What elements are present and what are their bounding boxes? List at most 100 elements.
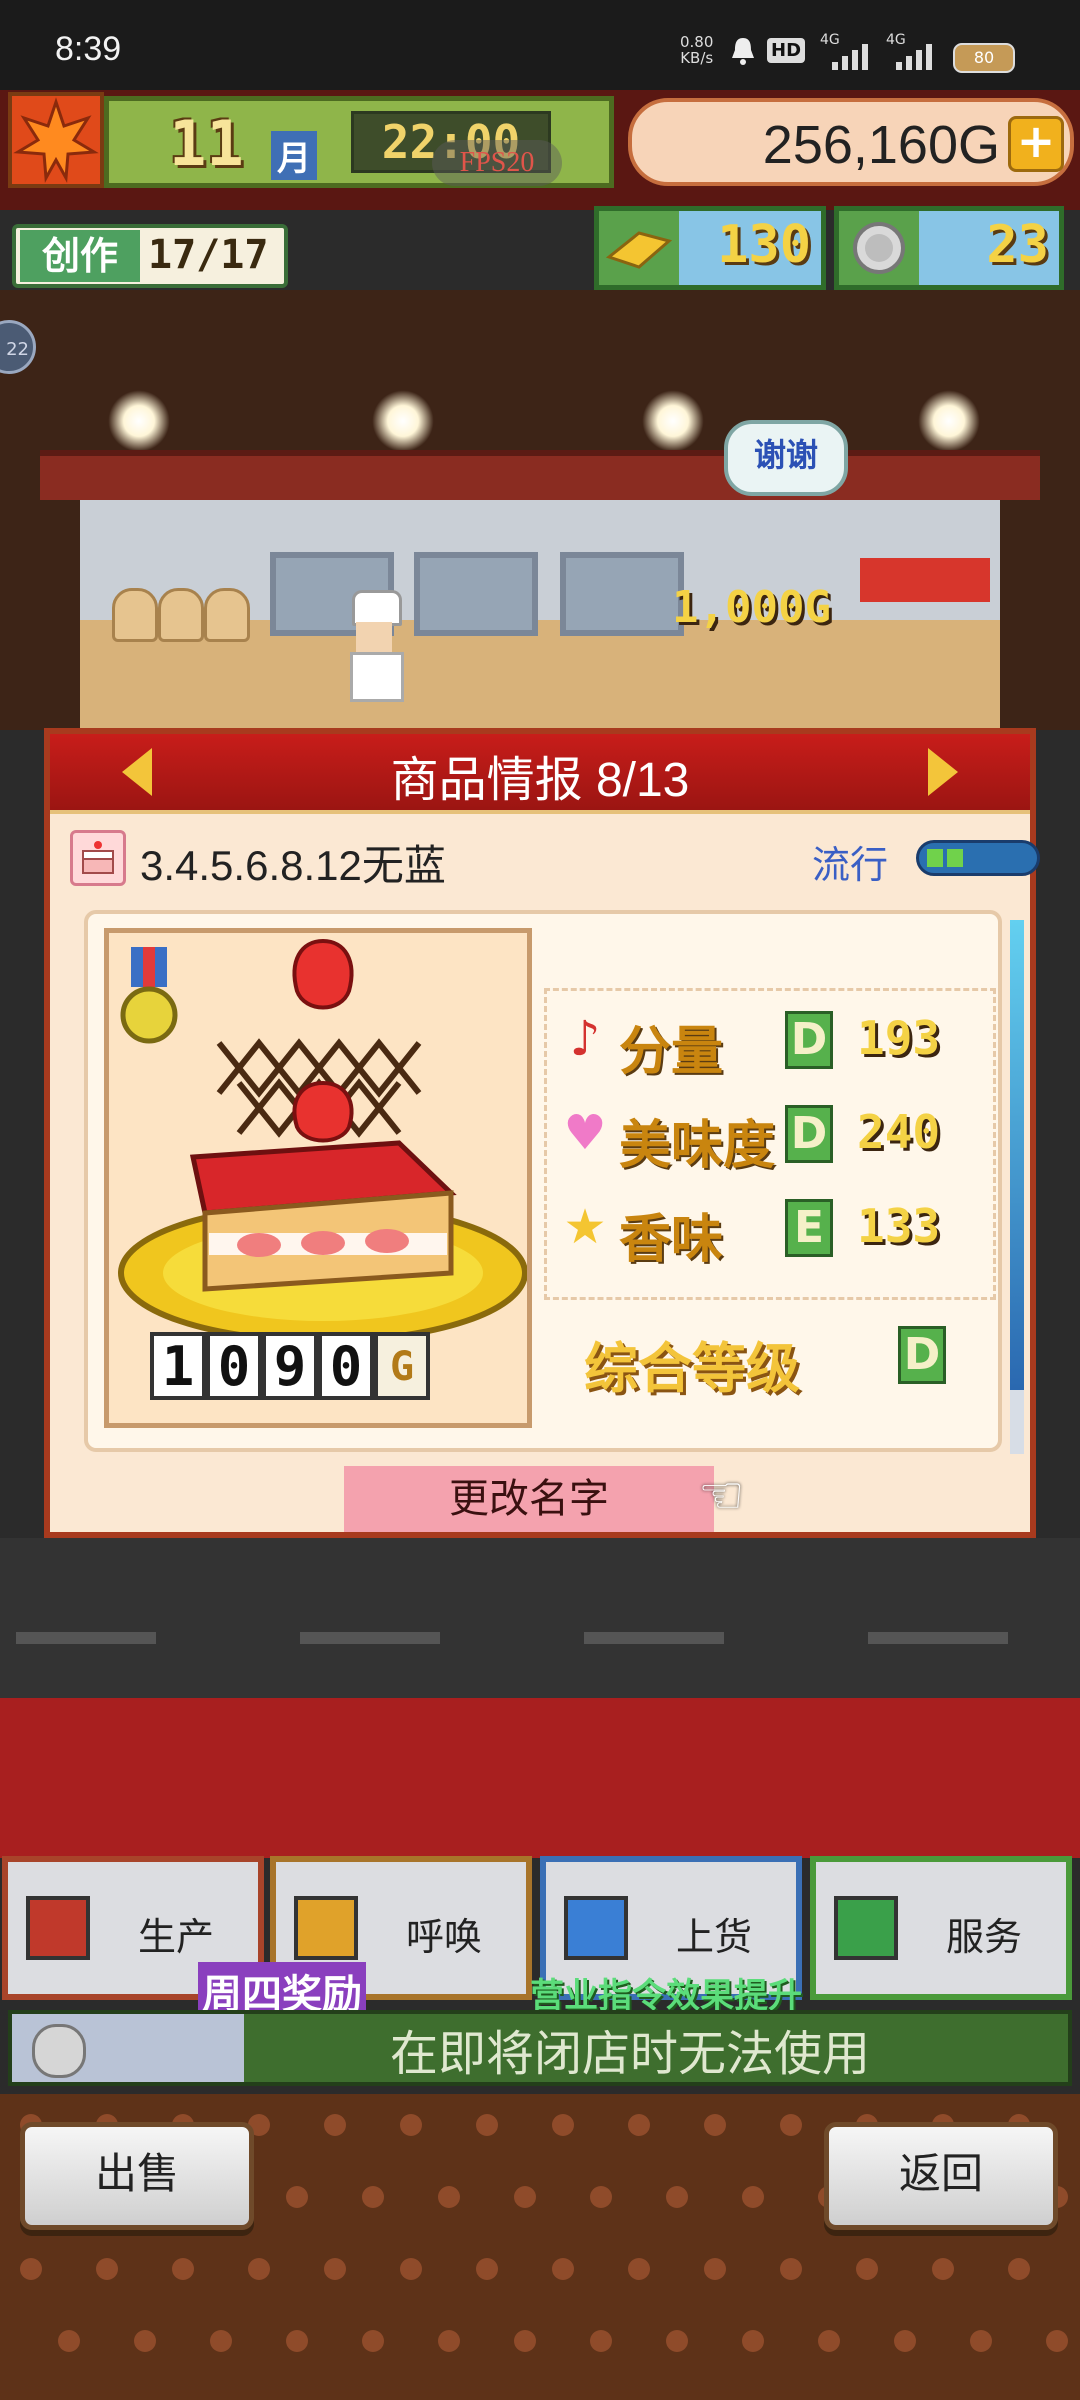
summon-label: 呼唤	[406, 1917, 483, 1959]
ceiling-light	[372, 390, 434, 452]
status-bar: 8:39 0.80 KB/s HD 4G 4G 80	[0, 0, 1080, 90]
background-pattern-dot	[970, 2330, 992, 2352]
stock-label: 上货	[676, 1917, 753, 1959]
details-scrollbar[interactable]	[1010, 920, 1024, 1454]
stat-row-aroma: ★ 香味 E 133	[557, 1189, 977, 1275]
side-awning	[860, 558, 990, 602]
stat-label: 美味度	[619, 1116, 776, 1176]
background-pattern-dot	[324, 2258, 346, 2280]
battery-indicator: 80	[953, 43, 1015, 73]
background-pattern-dot	[134, 2330, 156, 2352]
product-name-row: 3.4.5.6.8.12无蓝 流行	[70, 826, 1040, 890]
background-pattern-dot	[780, 2258, 802, 2280]
silver-medal-icon	[839, 211, 919, 285]
month-number: 11	[169, 107, 244, 180]
background-pattern-dot	[1046, 2330, 1068, 2352]
megaphone-icon	[294, 1896, 358, 1960]
service-button[interactable]: 服务	[810, 1856, 1072, 2000]
chef-character	[346, 590, 404, 702]
display-case	[560, 552, 684, 636]
background-pattern-dot	[438, 2330, 460, 2352]
background-pattern-dot	[666, 2330, 688, 2352]
stat-grade: D	[785, 1011, 833, 1069]
price-digit: 0	[318, 1332, 374, 1400]
stat-grade: E	[785, 1199, 833, 1257]
display-case	[414, 552, 538, 636]
background-pattern-dot	[514, 2330, 536, 2352]
add-money-button[interactable]: +	[1008, 116, 1064, 172]
decorative-band	[0, 1698, 1080, 1858]
background-pattern-dot	[590, 2186, 612, 2208]
heart-icon: ♥	[563, 1105, 607, 1161]
background-pattern-dot	[932, 2258, 954, 2280]
overall-rating-label: 综合等级	[584, 1337, 800, 1400]
background-pattern-dot	[552, 2258, 574, 2280]
music-note-icon: ♪	[569, 1011, 601, 1067]
month-label: 月	[271, 131, 317, 180]
creation-label: 创作	[20, 230, 140, 282]
coin-slot	[12, 2014, 244, 2082]
ceiling-light	[642, 390, 704, 452]
background-pattern-dot	[894, 2330, 916, 2352]
stat-value: 133	[857, 1199, 941, 1253]
gold-bar-count: 130	[717, 215, 811, 275]
trend-label: 流行	[812, 843, 889, 887]
produce-label: 生产	[138, 1917, 215, 1959]
fps-counter: FPS20	[432, 140, 562, 186]
stat-value: 240	[857, 1105, 941, 1159]
disabled-notice: 在即将闭店时无法使用	[390, 2028, 871, 2081]
background-pattern-dot	[362, 2330, 384, 2352]
street-road	[0, 1538, 1080, 1698]
gold-bar-counter[interactable]: 130	[594, 206, 826, 290]
overall-rating-grade: D	[898, 1326, 946, 1384]
gold-bar-icon	[599, 211, 679, 285]
signal-strength-icon-1	[832, 44, 876, 70]
network-speed-unit: KB/s	[680, 49, 714, 67]
signal-strength-icon-2	[896, 44, 940, 70]
status-time: 8:39	[55, 30, 122, 68]
background-pattern-dot	[780, 2114, 802, 2136]
stat-grade: D	[785, 1105, 833, 1163]
coin-icon	[32, 2024, 86, 2078]
next-product-arrow-icon[interactable]	[928, 748, 958, 796]
shop-awning	[40, 450, 1040, 500]
background-pattern-dot	[704, 2258, 726, 2280]
trend-meter-segment	[947, 849, 963, 867]
sell-button[interactable]: 出售	[20, 2122, 254, 2230]
ceiling-light	[918, 390, 980, 452]
background-pattern-dot	[286, 2330, 308, 2352]
autumn-maple-leaf-icon[interactable]	[8, 92, 104, 188]
stat-label: 香味	[619, 1210, 724, 1270]
background-pattern-dot	[286, 2186, 308, 2208]
background-pattern-dot	[210, 2330, 232, 2352]
background-pattern-dot	[818, 2330, 840, 2352]
stat-value: 193	[857, 1011, 941, 1065]
price-digit: 9	[262, 1332, 318, 1400]
background-pattern-dot	[400, 2114, 422, 2136]
shop-scene	[0, 290, 1080, 730]
creation-counter: 创作 17/17	[12, 224, 288, 288]
medal-count: 23	[986, 215, 1049, 275]
background-pattern-dot	[514, 2186, 536, 2208]
product-name: 3.4.5.6.8.12无蓝	[140, 842, 446, 889]
ceiling-light	[108, 390, 170, 452]
service-label: 服务	[946, 1917, 1023, 1959]
background-pattern-dot	[58, 2330, 80, 2352]
background-pattern-dot	[628, 2258, 650, 2280]
background-pattern-dot	[666, 2186, 688, 2208]
background-pattern-dot	[856, 2258, 878, 2280]
background-pattern-dot	[362, 2186, 384, 2208]
background-pattern-dot	[172, 2258, 194, 2280]
back-button[interactable]: 返回	[824, 2122, 1058, 2230]
creation-count: 17/17	[148, 232, 269, 278]
background-pattern-dot	[704, 2114, 726, 2136]
background-pattern-dot	[476, 2114, 498, 2136]
money-amount: 256,160G	[762, 115, 1000, 175]
background-pattern-dot	[476, 2258, 498, 2280]
cake-category-icon	[70, 830, 126, 886]
rename-button[interactable]: 更改名字	[344, 1466, 714, 1532]
trend-meter	[916, 840, 1040, 876]
scrollbar-thumb[interactable]	[1010, 920, 1024, 1390]
stat-label: 分量	[619, 1022, 724, 1082]
medal-counter[interactable]: 23	[834, 206, 1064, 290]
